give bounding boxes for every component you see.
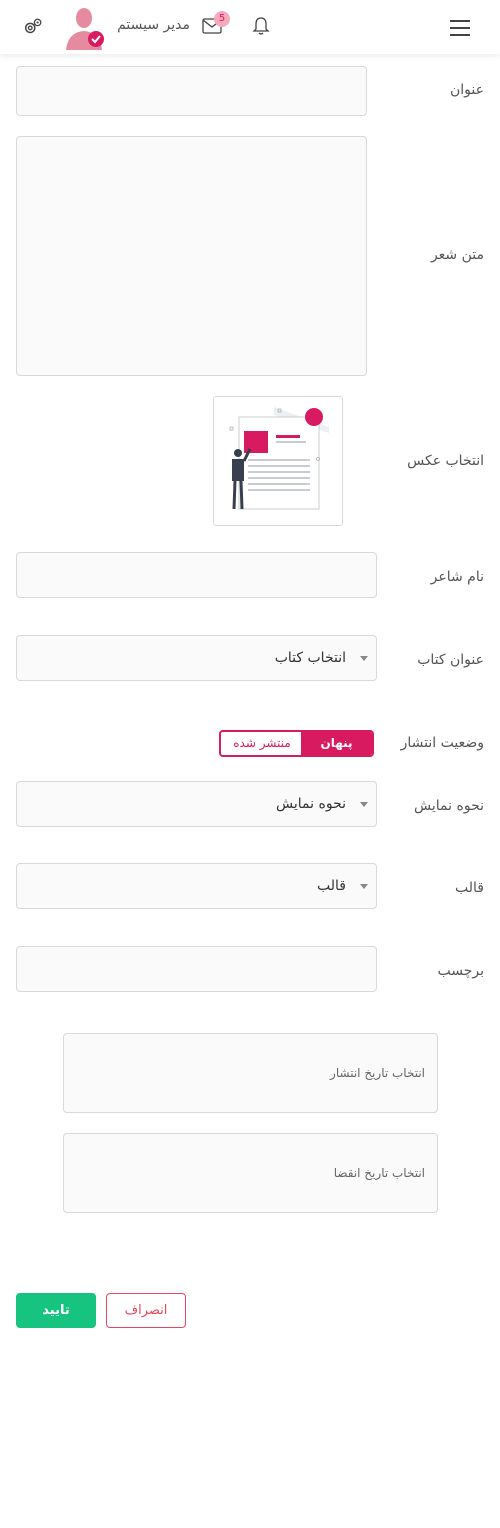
template-select[interactable]: قالب <box>16 863 377 909</box>
tag-label: برچسب <box>437 963 484 979</box>
confirm-button[interactable]: تایید <box>16 1293 96 1328</box>
chevron-down-icon <box>360 656 368 661</box>
poem-text-label: متن شعر <box>430 247 484 263</box>
title-input[interactable] <box>16 66 367 116</box>
cancel-button[interactable]: انصراف <box>106 1293 186 1328</box>
status-hidden-option[interactable]: پنهان <box>301 732 372 755</box>
upload-illustration-icon <box>229 407 329 510</box>
publish-date-input[interactable]: انتخاب تاریخ انتشار <box>63 1033 438 1113</box>
username[interactable]: مدیر سیستم <box>110 17 190 33</box>
top-bar: مدیر سیستم 5 <box>0 0 500 54</box>
chevron-down-icon <box>360 884 368 889</box>
tag-input[interactable] <box>16 946 377 992</box>
book-select[interactable]: انتخاب کتاب <box>16 635 377 681</box>
display-mode-value: نحوه نمایش <box>276 796 346 812</box>
book-select-value: انتخاب کتاب <box>274 650 346 666</box>
expire-date-placeholder: انتخاب تاریخ انقضا <box>333 1166 425 1180</box>
hamburger-icon[interactable] <box>448 18 472 38</box>
mail-count-badge: 5 <box>214 11 230 27</box>
publish-date-placeholder: انتخاب تاریخ انتشار <box>330 1066 425 1080</box>
expire-date-input[interactable]: انتخاب تاریخ انقضا <box>63 1133 438 1213</box>
title-label: عنوان <box>450 82 484 98</box>
image-picker[interactable] <box>213 396 343 526</box>
display-mode-label: نحوه نمایش <box>414 798 484 814</box>
status-published-option[interactable]: منتشر شده <box>221 732 303 755</box>
template-value: قالب <box>317 878 346 894</box>
display-mode-select[interactable]: نحوه نمایش <box>16 781 377 827</box>
poet-name-input[interactable] <box>16 552 377 598</box>
poem-text-textarea[interactable] <box>16 136 367 376</box>
gear-icon[interactable] <box>22 16 44 38</box>
poet-name-label: نام شاعر <box>430 569 484 585</box>
image-label: انتخاب عکس <box>407 453 484 469</box>
publish-status-label: وضعیت انتشار <box>400 735 484 751</box>
chevron-down-icon <box>360 802 368 807</box>
avatar[interactable] <box>64 4 108 52</box>
book-title-label: عنوان کتاب <box>417 652 484 668</box>
publish-status-toggle[interactable]: منتشر شده پنهان <box>219 730 374 757</box>
template-label: قالب <box>455 880 484 896</box>
bell-icon[interactable] <box>252 16 270 36</box>
